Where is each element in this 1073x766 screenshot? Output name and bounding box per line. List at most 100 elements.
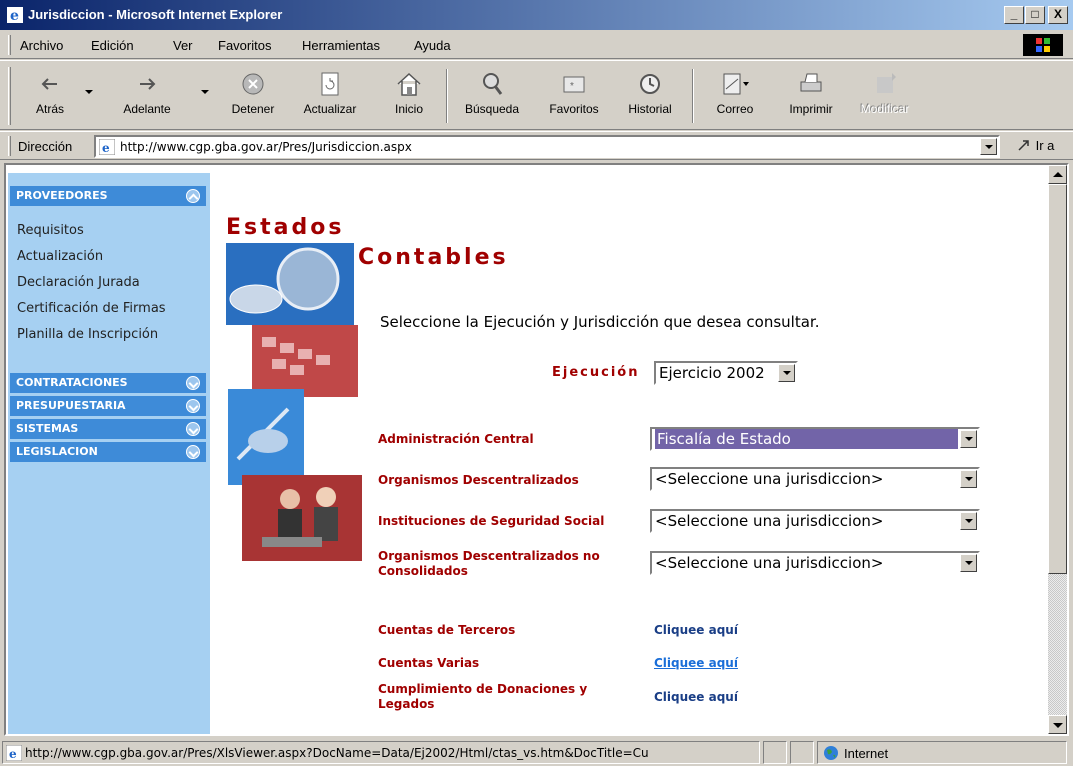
varias-link[interactable]: Cliquee aquí [654,656,738,670]
zone-text: Internet [844,746,889,761]
favorites-label: Favoritos [549,102,599,116]
section-contrataciones[interactable]: CONTRATACIONES [10,373,206,393]
section-legislacion[interactable]: LEGISLACION [10,442,206,462]
scroll-up-button[interactable] [1048,165,1067,184]
back-button[interactable]: Atrás [20,65,80,127]
sidebar-link-declaracion[interactable]: Declaración Jurada [17,275,140,290]
refresh-button[interactable]: Actualizar [292,65,368,127]
forward-dropdown-arrow[interactable] [201,90,209,94]
ejecucion-value: Ejercicio 2002 [659,364,765,382]
address-grip[interactable] [8,136,11,156]
page-content: PROVEEDORES Requisitos Actualización Dec… [4,163,1069,736]
windows-flag-icon [1036,38,1050,52]
refresh-label: Actualizar [303,102,357,116]
organismos-dropdown-button[interactable] [960,470,977,488]
edit-label: Modificar [860,102,910,116]
menu-ver[interactable]: Ver [173,38,193,53]
section-presupuestaria-label: PRESUPUESTARIA [16,399,126,412]
address-label: Dirección [18,139,73,154]
close-button[interactable]: X [1048,6,1068,24]
heading-contables: Contables [358,245,509,270]
menu-grip[interactable] [8,35,11,55]
scroll-thumb[interactable] [1048,184,1067,574]
business-meeting-image [242,475,362,561]
home-button[interactable]: Inicio [382,65,436,127]
back-dropdown-arrow[interactable] [85,90,93,94]
status-bar: e http://www.cgp.gba.gov.ar/Pres/XlsView… [0,739,1073,766]
search-label: Búsqueda [464,102,520,116]
menu-archivo[interactable]: Archivo [20,38,63,53]
status-panel: e http://www.cgp.gba.gov.ar/Pres/XlsView… [2,741,760,764]
terceros-link[interactable]: Cliquee aquí [654,623,738,637]
section-sistemas[interactable]: SISTEMAS [10,419,206,439]
menu-herramientas[interactable]: Herramientas [302,38,380,53]
mail-label: Correo [716,102,754,116]
sidebar-link-planilla[interactable]: Planilla de Inscripción [17,327,158,342]
edit-button: Modificar [850,65,920,127]
toolbar-grip[interactable] [8,67,11,125]
keyboard-image [252,325,358,397]
expand-icon[interactable] [186,445,200,459]
forward-button[interactable]: Adelante [102,65,192,127]
row-label-varias: Cuentas Varias [378,656,480,670]
menu-ayuda[interactable]: Ayuda [414,38,451,53]
donaciones-link[interactable]: Cliquee aquí [654,690,738,704]
maximize-button[interactable]: □ [1025,6,1045,24]
section-proveedores[interactable]: PROVEEDORES [10,186,206,206]
heading-estados: Estados [226,215,345,240]
search-button[interactable]: Búsqueda [456,65,528,127]
administracion-select[interactable]: Fiscalía de Estado [650,427,980,451]
instituciones-dropdown-button[interactable] [960,512,977,530]
ejecucion-dropdown-button[interactable] [778,364,795,382]
toolbar-separator [446,69,448,123]
menu-bar: Archivo Edición Ver Favoritos Herramient… [0,31,1073,59]
organismos-select[interactable]: <Seleccione una jurisdiccion> [650,467,980,491]
address-input[interactable]: e http://www.cgp.gba.gov.ar/Pres/Jurisdi… [94,135,1000,158]
expand-icon[interactable] [186,399,200,413]
ejecucion-select[interactable]: Ejercicio 2002 [654,361,798,385]
writing-hand-image [228,389,304,485]
section-legislacion-label: LEGISLACION [16,445,98,458]
window-title: Jurisdiccion - Microsoft Internet Explor… [28,7,283,22]
stop-button[interactable]: Detener [222,65,284,127]
forward-label: Adelante [123,102,171,116]
scroll-down-button[interactable] [1048,715,1067,734]
edit-icon [877,73,896,93]
status-panel-progress [763,741,787,764]
minimize-button[interactable]: _ [1004,6,1024,24]
administracion-dropdown-button[interactable] [960,430,977,448]
print-button[interactable]: Imprimir [776,65,846,127]
stop-icon [242,73,264,95]
windows-logo [1023,34,1063,56]
svg-text:*: * [570,81,574,92]
menu-favoritos[interactable]: Favoritos [218,38,271,53]
no-consolidados-dropdown-button[interactable] [960,554,977,572]
no-consolidados-select[interactable]: <Seleccione una jurisdiccion> [650,551,980,575]
favorites-button[interactable]: * Favoritos [536,65,612,127]
home-icon [397,72,421,96]
print-label: Imprimir [789,102,833,116]
ejecucion-label: Ejecución [552,365,640,380]
section-sistemas-label: SISTEMAS [16,422,79,435]
go-button[interactable]: Ir a [1016,137,1054,153]
menu-edicion[interactable]: Edición [91,38,134,53]
expand-icon[interactable] [186,422,200,436]
instituciones-select[interactable]: <Seleccione una jurisdiccion> [650,509,980,533]
mail-button[interactable]: Correo [704,65,766,127]
search-icon [483,73,503,95]
sidebar-link-certificacion[interactable]: Certificación de Firmas [17,301,166,316]
ie-logo-icon: e [7,7,23,24]
sidebar-link-requisitos[interactable]: Requisitos [17,223,84,238]
sidebar-link-actualizacion[interactable]: Actualización [17,249,103,264]
globe-icon [824,746,838,760]
go-arrow-icon [1018,140,1029,151]
vertical-scrollbar[interactable] [1048,165,1067,734]
main-panel: Estados Contables Seleccione la Ejecució… [212,165,1042,734]
address-dropdown-button[interactable] [980,138,997,155]
back-label: Atrás [35,102,64,116]
expand-icon[interactable] [186,376,200,390]
collapse-icon[interactable] [186,189,200,203]
coins-image [226,243,354,325]
section-presupuestaria[interactable]: PRESUPUESTARIA [10,396,206,416]
history-button[interactable]: Historial [618,65,682,127]
